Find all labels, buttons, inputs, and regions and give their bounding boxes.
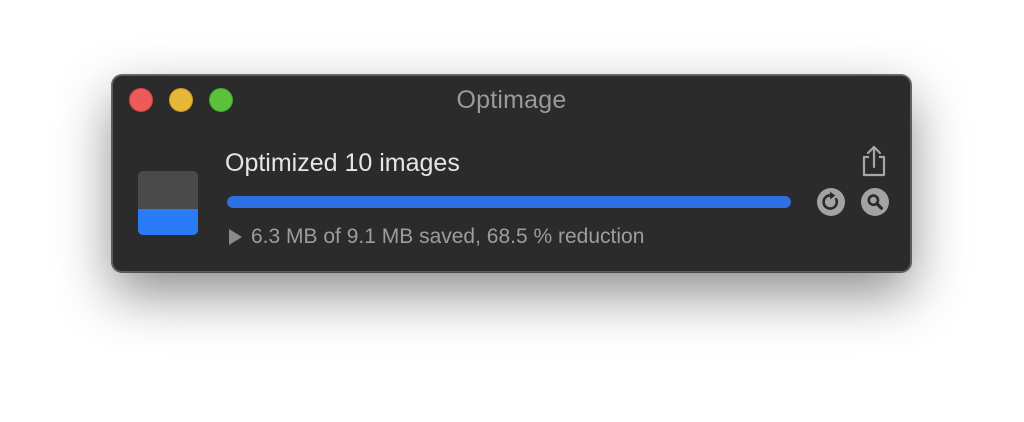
magnifier-icon: [867, 194, 883, 210]
image-document-icon: [138, 171, 198, 235]
savings-summary: 6.3 MB of 9.1 MB saved, 68.5 % reduction: [251, 225, 645, 248]
reload-button[interactable]: [817, 188, 845, 216]
status-title: Optimized 10 images: [225, 149, 460, 177]
reload-icon: [822, 191, 839, 210]
share-icon: [862, 145, 886, 177]
progress-bar: [227, 196, 791, 208]
desktop-stage: Optimage Optimized 10 images 6.3 MB of 9…: [0, 0, 1024, 422]
summary-row[interactable]: 6.3 MB of 9.1 MB saved, 68.5 % reduction: [229, 225, 644, 249]
progress-bar-fill: [227, 196, 791, 208]
disclosure-triangle-icon[interactable]: [229, 229, 242, 245]
document-fill-indicator: [138, 209, 198, 235]
window-title: Optimage: [456, 86, 567, 114]
title-bar[interactable]: Optimage: [113, 76, 910, 124]
share-button[interactable]: [860, 145, 888, 177]
reveal-search-button[interactable]: [861, 188, 889, 216]
optimage-window: Optimage Optimized 10 images 6.3 MB of 9…: [112, 75, 911, 272]
